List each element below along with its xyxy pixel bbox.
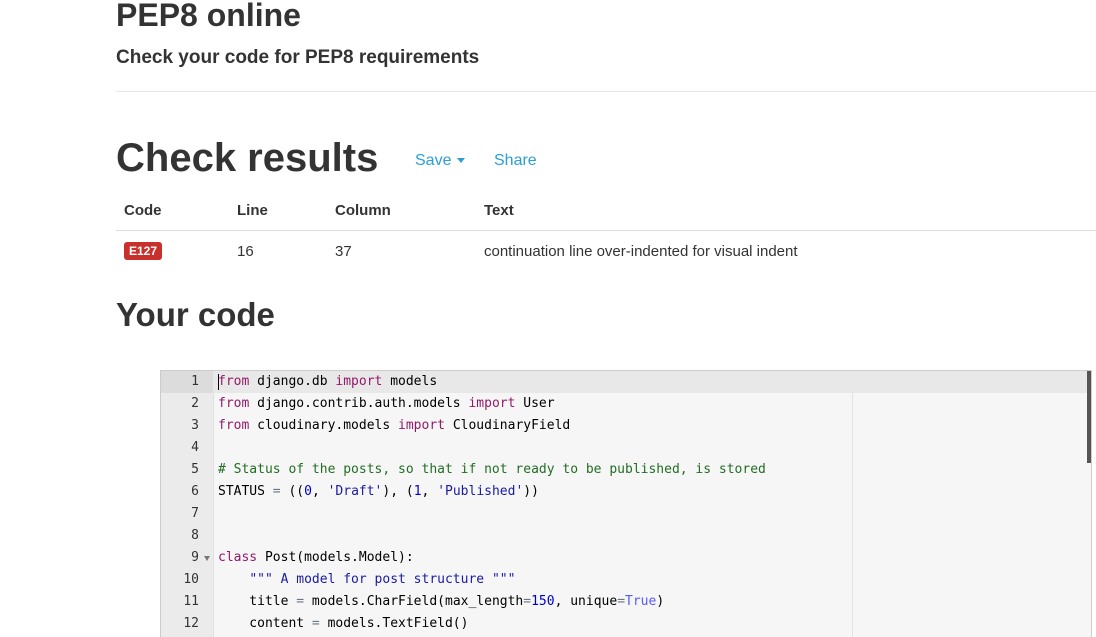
code-line[interactable]: 1 from django.db import models — [161, 371, 1091, 393]
code-token: STATUS — [218, 484, 273, 499]
code-text: # Status of the posts, so that if not re… — [218, 459, 766, 481]
code-text: """ A model for post structure """ — [218, 569, 515, 591]
line-number: 7 — [191, 506, 199, 521]
cell-column: 37 — [335, 242, 352, 260]
line-number: 2 — [191, 396, 199, 411]
code-line[interactable]: 4 — [161, 437, 1091, 459]
code-token: , unique — [554, 594, 618, 609]
code-line[interactable]: 10 """ A model for post structure """ — [161, 569, 1091, 591]
code-token: True — [625, 594, 657, 609]
caret-down-icon — [457, 158, 466, 164]
code-token: import — [398, 418, 445, 433]
code-token: import — [335, 374, 383, 389]
code-line[interactable]: 11 title = models.CharField(max_length=1… — [161, 591, 1091, 613]
share-link[interactable]: Share — [494, 152, 537, 170]
editor-scrollbar[interactable] — [1087, 371, 1091, 463]
page-title: PEP8 online — [116, 0, 301, 33]
line-number: 10 — [183, 572, 199, 587]
code-token: models.TextField() — [319, 616, 469, 631]
code-line[interactable]: 8 — [161, 525, 1091, 547]
code-text: STATUS = ((0, 'Draft'), (1, 'Published')… — [218, 481, 539, 503]
code-token: = — [523, 594, 532, 609]
code-text: content = models.TextField() — [218, 613, 468, 635]
save-label: Save — [415, 152, 452, 169]
code-token: from — [218, 396, 250, 411]
code-token: cloudinary.models — [249, 418, 399, 433]
code-token: 1 — [413, 484, 422, 499]
code-token: = — [311, 616, 320, 631]
code-token: )) — [523, 484, 539, 499]
code-line[interactable]: 2 from django.contrib.auth.models import … — [161, 393, 1091, 415]
line-number: 1 — [161, 371, 213, 393]
code-token: 150 — [531, 594, 555, 609]
line-number: 8 — [191, 528, 199, 543]
code-token: ), ( — [382, 484, 414, 499]
code-token: , — [311, 484, 328, 499]
code-token: 0 — [304, 484, 312, 499]
code-token: 'Draft' — [327, 484, 383, 499]
column-header-line: Line — [229, 190, 327, 231]
text-cursor — [218, 374, 219, 390]
line-number: 6 — [191, 484, 199, 499]
code-text: from django.contrib.auth.models import U… — [218, 393, 555, 415]
code-editor[interactable]: 1 from django.db import models 2 from djang… — [160, 370, 1092, 637]
error-code-badge: E127 — [124, 242, 163, 260]
code-text: class Post(models.Model): — [218, 547, 414, 569]
code-text: title = models.CharField(max_length=150,… — [218, 591, 664, 613]
code-token: ) — [656, 594, 665, 609]
code-token: = — [272, 484, 281, 499]
code-token: (( — [280, 484, 305, 499]
line-number: 12 — [183, 616, 199, 631]
code-token: CloudinaryField — [445, 418, 571, 433]
code-token: # Status of the posts, so that if not re… — [218, 462, 766, 477]
results-header-row: Code Line Column Text — [116, 190, 1096, 231]
code-token: from — [218, 374, 250, 389]
code-token: models.CharField(max_length — [304, 594, 524, 609]
code-token: from — [218, 418, 250, 433]
cell-line: 16 — [237, 242, 254, 260]
code-token: 'Published' — [437, 484, 524, 499]
code-token: models — [382, 374, 438, 389]
code-token: User — [515, 396, 555, 411]
header-divider — [116, 91, 1096, 92]
code-line[interactable]: 7 — [161, 503, 1091, 525]
check-results-title: Check results — [116, 136, 379, 180]
line-number: 4 — [191, 440, 199, 455]
editor-lines[interactable]: 1 from django.db import models 2 from djang… — [161, 371, 1091, 635]
line-number: 11 — [183, 594, 199, 609]
code-line[interactable]: 6 STATUS = ((0, 'Draft'), (1, 'Published'… — [161, 481, 1091, 503]
code-line[interactable]: 5 # Status of the posts, so that if not r… — [161, 459, 1091, 481]
code-token: content — [218, 616, 312, 631]
code-line[interactable]: 3 from cloudinary.models import Cloudinar… — [161, 415, 1091, 437]
results-table: Code Line Column Text E127 16 37 continu… — [116, 190, 1096, 271]
code-text: from cloudinary.models import Cloudinary… — [218, 415, 570, 437]
page-subtitle: Check your code for PEP8 requirements — [116, 47, 480, 68]
column-header-code: Code — [116, 190, 229, 231]
code-token: import — [468, 396, 516, 411]
code-token: Post(models.Model): — [257, 550, 414, 565]
save-dropdown-button[interactable]: Save — [415, 152, 466, 170]
cell-text: continuation line over-indented for visu… — [484, 242, 798, 260]
code-token: title — [218, 594, 297, 609]
code-token: = — [296, 594, 305, 609]
code-token: """ A model for post structure """ — [249, 572, 516, 587]
code-token: class — [218, 550, 258, 565]
line-number: 5 — [191, 462, 199, 477]
code-line[interactable]: 12 content = models.TextField() — [161, 613, 1091, 635]
table-row: E127 16 37 continuation line over-indent… — [116, 231, 1096, 272]
code-token: = — [617, 594, 626, 609]
line-number: 3 — [191, 418, 199, 433]
page: PEP8 online Check your code for PEP8 req… — [0, 0, 1096, 637]
column-header-column: Column — [327, 190, 476, 231]
code-line[interactable]: 9 class Post(models.Model): — [161, 547, 1091, 569]
code-token: , — [421, 484, 438, 499]
cell-code: E127 — [116, 231, 229, 272]
code-token: django.contrib.auth.models — [249, 396, 469, 411]
fold-arrow-icon[interactable] — [204, 556, 210, 561]
your-code-title: Your code — [116, 296, 275, 333]
column-header-text: Text — [476, 190, 1096, 231]
code-token: django.db — [249, 374, 336, 389]
code-text: from django.db import models — [218, 371, 437, 393]
